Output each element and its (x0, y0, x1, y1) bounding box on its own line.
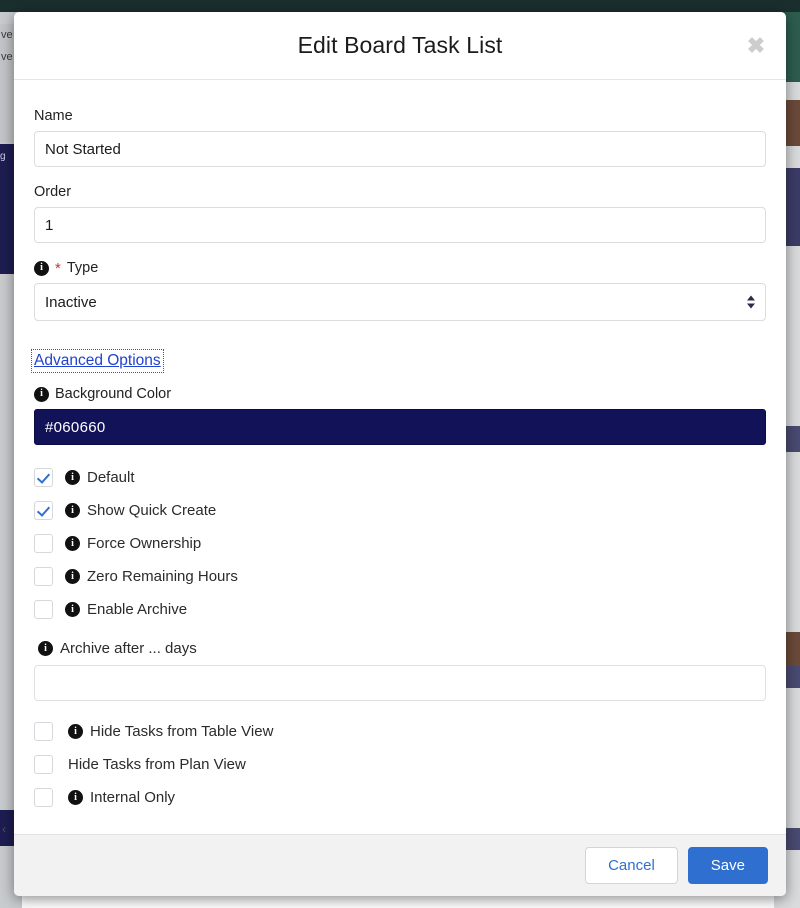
checkbox-row-default[interactable]: i Default (34, 461, 766, 494)
checkbox-zero-remaining-hours[interactable] (34, 567, 53, 586)
info-icon[interactable]: i (68, 790, 83, 805)
checkbox-internal-only[interactable] (34, 788, 53, 807)
type-select[interactable]: Inactive (34, 283, 766, 321)
archive-days-label: Archive after ... days (60, 640, 197, 657)
modal-footer: Cancel Save (14, 834, 786, 896)
modal-body: Name Order i * Type Inactive Adva (14, 80, 786, 834)
info-icon[interactable]: i (65, 536, 80, 551)
name-input[interactable] (34, 131, 766, 167)
name-field-group: Name (34, 108, 766, 167)
info-icon[interactable]: i (34, 261, 49, 276)
order-label: Order (34, 184, 766, 200)
checkbox-row-zero-remaining-hours[interactable]: i Zero Remaining Hours (34, 560, 766, 593)
background-topbar (0, 0, 800, 12)
checkbox-label-force-ownership: i Force Ownership (61, 535, 201, 552)
checkbox-label-show-quick-create: i Show Quick Create (61, 502, 216, 519)
modal-header: Edit Board Task List ✖ (14, 12, 786, 80)
checkbox-row-hide-tasks-table-view[interactable]: i Hide Tasks from Table View (34, 715, 766, 748)
checkbox-label-internal-only: i Internal Only (64, 789, 175, 806)
checkbox-text-hide-tasks-plan-view: Hide Tasks from Plan View (68, 756, 246, 773)
info-icon[interactable]: i (34, 387, 49, 402)
background-chevron-icon: ‹ (2, 822, 6, 836)
archive-days-field-group: i Archive after ... days (34, 640, 766, 701)
info-icon[interactable]: i (38, 641, 53, 656)
checkbox-text-internal-only: Internal Only (90, 789, 175, 806)
info-icon[interactable]: i (65, 569, 80, 584)
advanced-options-link[interactable]: Advanced Options (34, 352, 161, 370)
checkbox-default[interactable] (34, 468, 53, 487)
checkbox-show-quick-create[interactable] (34, 501, 53, 520)
checkbox-label-hide-tasks-plan-view: Hide Tasks from Plan View (64, 756, 246, 773)
chevron-up-icon[interactable] (747, 296, 755, 301)
background-color-label: Background Color (55, 386, 171, 402)
checkbox-enable-archive[interactable] (34, 600, 53, 619)
checkbox-text-force-ownership: Force Ownership (87, 535, 201, 552)
archive-days-input[interactable] (34, 665, 766, 701)
checkbox-label-zero-remaining-hours: i Zero Remaining Hours (61, 568, 238, 585)
close-icon[interactable]: ✖ (742, 32, 770, 60)
name-label: Name (34, 108, 766, 124)
archive-days-label-row: i Archive after ... days (38, 640, 766, 657)
info-icon[interactable]: i (65, 503, 80, 518)
checkbox-row-force-ownership[interactable]: i Force Ownership (34, 527, 766, 560)
chevron-down-icon[interactable] (747, 304, 755, 309)
required-marker: * (55, 261, 61, 276)
checkbox-text-enable-archive: Enable Archive (87, 601, 187, 618)
checkbox-row-hide-tasks-plan-view[interactable]: Hide Tasks from Plan View (34, 748, 766, 781)
checkbox-label-hide-tasks-table-view: i Hide Tasks from Table View (64, 723, 273, 740)
edit-board-task-list-modal: Edit Board Task List ✖ Name Order i * Ty… (14, 12, 786, 896)
select-spinner-icon[interactable] (747, 296, 755, 309)
checkbox-row-enable-archive[interactable]: i Enable Archive (34, 593, 766, 626)
page-title: Edit Board Task List (298, 32, 503, 59)
background-text-fragment-3: g (0, 151, 6, 162)
order-field-group: Order (34, 184, 766, 243)
save-button[interactable]: Save (688, 847, 768, 884)
type-label: Type (67, 260, 98, 276)
info-icon[interactable]: i (65, 470, 80, 485)
order-input[interactable] (34, 207, 766, 243)
checkbox-text-show-quick-create: Show Quick Create (87, 502, 216, 519)
type-label-row: i * Type (34, 260, 766, 276)
background-color-input[interactable]: #060660 (34, 409, 766, 445)
checkbox-force-ownership[interactable] (34, 534, 53, 553)
type-select-wrapper[interactable]: Inactive (34, 283, 766, 321)
background-color-label-row: i Background Color (34, 386, 766, 402)
cancel-button[interactable]: Cancel (585, 847, 678, 884)
checkbox-label-enable-archive: i Enable Archive (61, 601, 187, 618)
checkbox-text-zero-remaining-hours: Zero Remaining Hours (87, 568, 238, 585)
checkbox-hide-tasks-plan-view[interactable] (34, 755, 53, 774)
checkbox-text-hide-tasks-table-view: Hide Tasks from Table View (90, 723, 273, 740)
checkbox-group-main: i Default i Show Quick Create i Force Ow… (34, 461, 766, 626)
checkbox-hide-tasks-table-view[interactable] (34, 722, 53, 741)
checkbox-row-internal-only[interactable]: i Internal Only (34, 781, 766, 814)
type-field-group: i * Type Inactive (34, 260, 766, 321)
checkbox-group-view-options: i Hide Tasks from Table View Hide Tasks … (34, 715, 766, 814)
info-icon[interactable]: i (65, 602, 80, 617)
checkbox-row-show-quick-create[interactable]: i Show Quick Create (34, 494, 766, 527)
info-icon[interactable]: i (68, 724, 83, 739)
checkbox-text-default: Default (87, 469, 135, 486)
checkbox-label-default: i Default (61, 469, 135, 486)
background-color-field-group: i Background Color #060660 (34, 386, 766, 445)
